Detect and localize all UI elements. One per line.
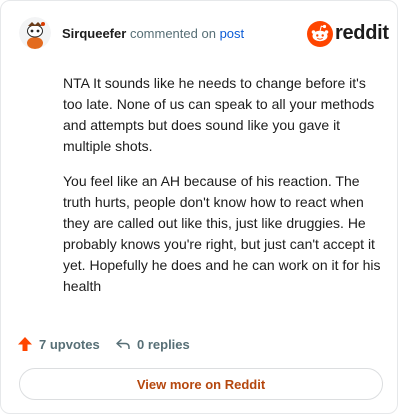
comment-paragraph: NTA It sounds like he needs to change be… <box>63 75 375 154</box>
replies-label: 0 replies <box>137 336 190 352</box>
upvotes[interactable]: 7 upvotes <box>17 333 100 355</box>
avatar-icon <box>19 17 51 49</box>
replies[interactable]: 0 replies <box>115 333 190 355</box>
comment-byline: Sirqueefer commented on post <box>62 26 244 41</box>
username[interactable]: Sirqueefer <box>62 26 126 41</box>
upvote-arrow-icon <box>18 337 32 351</box>
upvotes-label: 7 upvotes <box>39 336 100 352</box>
reply-icon <box>116 338 130 349</box>
view-more-button[interactable]: View more on Reddit <box>19 368 383 400</box>
comment-header: Sirqueefer commented on post reddit <box>19 17 389 49</box>
post-link[interactable]: post <box>220 26 245 41</box>
user-avatar[interactable] <box>19 17 51 49</box>
action-text: commented on <box>129 26 216 41</box>
reddit-logo[interactable]: reddit <box>307 21 389 47</box>
reddit-wordmark: reddit <box>335 22 389 44</box>
embedded-comment-card: Sirqueefer commented on post reddit NTA … <box>0 0 398 414</box>
comment-paragraph: You feel like an AH because of his react… <box>63 173 381 294</box>
reddit-snoo-icon <box>307 21 333 47</box>
comment-body: NTA It sounds like he needs to change be… <box>63 73 383 311</box>
comment-footer: 7 upvotes 0 replies <box>17 333 377 355</box>
